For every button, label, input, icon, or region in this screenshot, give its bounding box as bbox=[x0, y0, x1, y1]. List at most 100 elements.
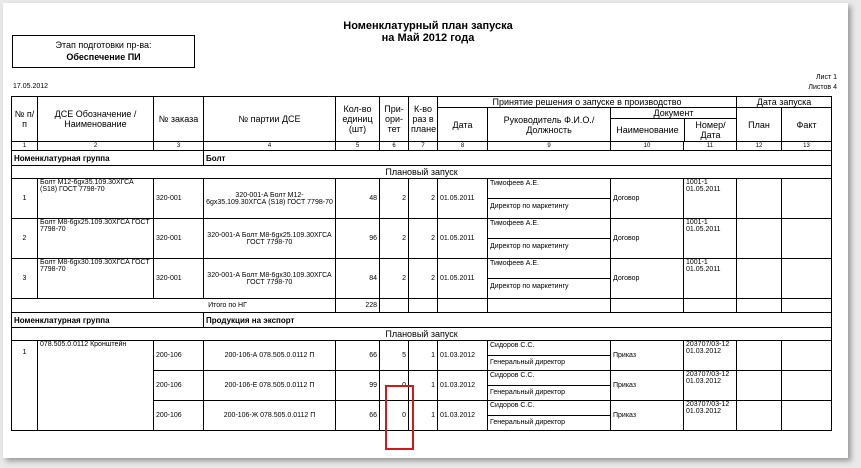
table-row[interactable]: 2 Болт М8-6gx25.109.30ХГСА ГОСТ 7798-70 … bbox=[11, 218, 833, 259]
colnum: 12 bbox=[736, 141, 782, 151]
cell-times: 1 bbox=[408, 340, 438, 371]
cell-position: Генеральный директор bbox=[490, 359, 566, 366]
table-row[interactable]: 3 Болт М8-6gx30.109.30ХГСА ГОСТ 7798-70 … bbox=[11, 258, 833, 299]
cell-qty: 99 bbox=[335, 370, 380, 401]
cell-docnum: 203707/03-12 01.03.2012 bbox=[683, 340, 737, 371]
cell-head: Тимофеев А.Е. Директор по маркетингу bbox=[487, 218, 611, 259]
header-date: Дата bbox=[437, 107, 488, 142]
table-row[interactable]: 1 078.505.0.0112 Кронштейн 200-106 200-1… bbox=[11, 340, 833, 431]
colnum: 4 bbox=[203, 141, 336, 151]
header-times: К-во раз в плане bbox=[408, 96, 438, 142]
cell-position: Директор по маркетингу bbox=[490, 283, 569, 290]
total-label: Итого по НГ bbox=[11, 298, 336, 313]
header-plan: План bbox=[736, 107, 782, 142]
cell-person: Тимофеев А.Е. bbox=[488, 180, 610, 199]
header-qty: Кол-во единиц (шт) bbox=[335, 96, 380, 142]
group-label: Номенклатурная группа bbox=[11, 312, 204, 328]
cell-docnum: 1001-1 01.05.2011 bbox=[683, 218, 737, 259]
cell-position: Генеральный директор bbox=[490, 419, 566, 426]
cell-date: 01.03.2012 bbox=[437, 370, 488, 401]
column-number-row: 1 2 3 4 5 6 7 8 9 10 11 12 13 bbox=[11, 141, 833, 151]
group-name: Болт bbox=[202, 150, 833, 166]
cell-npp: 1 bbox=[11, 178, 38, 219]
cell-head: Сидоров С.С. Генеральный директор bbox=[487, 340, 611, 371]
cell-docnum: 203707/03-12 01.03.2012 bbox=[683, 370, 737, 401]
header-row-1: № п/п ДСЕ Обозначение / Наименование № з… bbox=[11, 96, 833, 142]
sheet-number: Лист 1 bbox=[815, 74, 837, 81]
cell-batch: 320-001-А Болт М8-6gx30.109.30ХГСА ГОСТ … bbox=[203, 258, 336, 299]
cell-npp: 1 bbox=[11, 340, 38, 431]
cell-plan bbox=[736, 258, 782, 299]
stage-label: Этап подготовки пр-ва: bbox=[55, 40, 152, 50]
header-fact: Факт bbox=[780, 107, 833, 142]
colnum: 9 bbox=[487, 141, 611, 151]
cell-npp: 3 bbox=[11, 258, 38, 299]
colnum: 2 bbox=[37, 141, 154, 151]
cell-qty: 84 bbox=[335, 258, 380, 299]
cell-batch: 200-106-Е 078.505.0.0112 П bbox=[203, 370, 336, 401]
stage-value: Обеспечение ПИ bbox=[66, 52, 141, 62]
header-batch: № партии ДСЕ bbox=[203, 96, 336, 142]
launch-plan-table: № п/п ДСЕ Обозначение / Наименование № з… bbox=[10, 96, 833, 431]
cell-priority: 2 bbox=[379, 178, 409, 219]
group-label: Номенклатурная группа bbox=[11, 150, 204, 166]
header-priority: При-ори-тет bbox=[379, 96, 409, 142]
cell-fact bbox=[780, 340, 833, 371]
table-row[interactable]: 1 Болт М12-6gx35.109.30ХГСА (S18) ГОСТ 7… bbox=[11, 178, 833, 219]
cell-order: 320-001 bbox=[153, 258, 204, 299]
cell-plan bbox=[736, 178, 782, 219]
total-row: Итого по НГ 228 bbox=[11, 298, 833, 313]
cell-person: Тимофеев А.Е. bbox=[488, 220, 610, 239]
cell-person: Сидоров С.С. bbox=[488, 402, 610, 416]
cell-plan bbox=[736, 400, 782, 431]
cell-order: 320-001 bbox=[153, 218, 204, 259]
cell-batch: 200-106-А 078.505.0.0112 П bbox=[203, 340, 336, 371]
colnum: 10 bbox=[610, 141, 684, 151]
cell-dse: Болт М8-6gx25.109.30ХГСА ГОСТ 7798-70 bbox=[37, 218, 154, 259]
colnum: 7 bbox=[408, 141, 438, 151]
cell-head: Тимофеев А.Е. Директор по маркетингу bbox=[487, 178, 611, 219]
cell-date: 01.03.2012 bbox=[437, 400, 488, 431]
header-head: Руководитель Ф.И.О./ Должность bbox=[487, 107, 611, 142]
cell-batch: 320-001-А Болт М8-6gx25.109.30ХГСА ГОСТ … bbox=[203, 218, 336, 259]
cell-position: Директор по маркетингу bbox=[490, 243, 569, 250]
colnum: 8 bbox=[437, 141, 488, 151]
cell-docnum: 1001-1 01.05.2011 bbox=[683, 178, 737, 219]
cell-qty: 96 bbox=[335, 218, 380, 259]
cell-doc: Приказ bbox=[610, 370, 684, 401]
cell-fact bbox=[780, 258, 833, 299]
cell-order: 200-106 bbox=[153, 400, 204, 431]
total-value: 228 bbox=[335, 298, 380, 313]
cell-priority: 2 bbox=[379, 258, 409, 299]
cell-fact bbox=[780, 370, 833, 401]
cell-plan bbox=[736, 340, 782, 371]
header-document-group: Документ Наименование Номер/ Дата bbox=[610, 107, 737, 142]
cell-person: Тимофеев А.Е. bbox=[488, 260, 610, 279]
cell-date: 01.05.2011 bbox=[437, 218, 488, 259]
header-doc-name: Наименование bbox=[612, 119, 685, 141]
report-date: 17.05.2012 bbox=[13, 83, 49, 90]
cell-order: 200-106 bbox=[153, 340, 204, 371]
colnum: 1 bbox=[11, 141, 38, 151]
cell-times: 2 bbox=[408, 258, 438, 299]
colnum: 11 bbox=[683, 141, 737, 151]
cell-npp: 2 bbox=[11, 218, 38, 259]
priority-highlight-frame bbox=[385, 385, 414, 450]
cell-date: 01.05.2011 bbox=[437, 178, 488, 219]
cell-docnum: 203707/03-12 01.03.2012 bbox=[683, 400, 737, 431]
header-decision: Принятие решения о запуске в производств… bbox=[437, 96, 737, 108]
cell-order: 320-001 bbox=[153, 178, 204, 219]
title-line-1: Номенклатурный план запуска bbox=[343, 20, 513, 32]
cell-person: Сидоров С.С. bbox=[488, 342, 610, 356]
cell-fact bbox=[780, 218, 833, 259]
cell-date: 01.05.2011 bbox=[437, 258, 488, 299]
stage-box: Этап подготовки пр-ва: Обеспечение ПИ bbox=[12, 35, 195, 68]
cell-plan bbox=[736, 218, 782, 259]
header-dse: ДСЕ Обозначение / Наименование bbox=[37, 96, 154, 142]
cell-batch: 200-106-Ж 078.505.0.0112 П bbox=[203, 400, 336, 431]
colnum: 6 bbox=[379, 141, 409, 151]
cell-head: Сидоров С.С. Генеральный директор bbox=[487, 400, 611, 431]
cell-doc: Договор bbox=[610, 178, 684, 219]
cell-position: Директор по маркетингу bbox=[490, 203, 569, 210]
report-sheet: Номенклатурный план запуска на Май 2012 … bbox=[3, 3, 848, 458]
